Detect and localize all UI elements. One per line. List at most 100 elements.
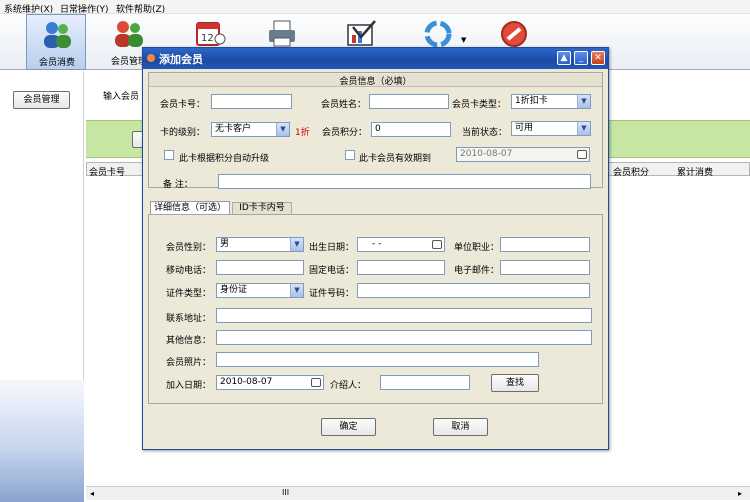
points-input[interactable]: 0 [371, 122, 451, 137]
level-value: 无卡客户 [215, 124, 252, 134]
dialog-title: 添加会员 [159, 53, 203, 66]
scroll-grip[interactable]: III [282, 488, 289, 497]
auto-upgrade-label: 此卡根据积分自动升级 [179, 154, 270, 164]
card-no-input[interactable] [211, 94, 292, 109]
points-label: 会员积分： [322, 128, 368, 138]
chevron-down-icon[interactable]: ▼ [461, 36, 466, 44]
id-no-label: 证件号码： [309, 289, 355, 299]
mobile-label: 移动电话： [166, 266, 212, 276]
gender-value: 男 [220, 239, 230, 249]
svg-text:12: 12 [201, 33, 214, 44]
dialog-titlebar[interactable]: 添加会员 ▲ _ ✕ [143, 48, 608, 69]
required-section: 会员信息（必填） 会员卡号： 会员姓名： 会员卡类型： 1折扣卡 ▼ 卡的级别：… [148, 72, 603, 190]
window-up-icon[interactable]: ▲ [557, 51, 571, 65]
other-info-label: 其他信息： [166, 336, 212, 346]
card-type-label: 会员卡类型： [452, 100, 507, 110]
calendar-icon: 12 [196, 22, 226, 46]
job-label: 单位职业： [454, 243, 500, 253]
referrer-label: 介绍人： [330, 381, 367, 391]
chart-check-icon [347, 20, 376, 46]
app-icon [147, 54, 155, 62]
tab-details[interactable]: 详细信息（可选） [150, 201, 230, 214]
input-member-prompt: 输入会员 [103, 92, 140, 102]
expiry-checkbox[interactable] [345, 150, 355, 160]
expiry-label: 此卡会员有效期到 [359, 154, 432, 164]
left-panel-decoration [0, 380, 84, 502]
grid-header-card-no[interactable]: 会员卡号 [89, 165, 125, 178]
calendar-icon[interactable] [432, 240, 442, 249]
ok-button[interactable]: 确定 [321, 418, 376, 436]
job-input[interactable] [500, 237, 590, 252]
level-discount: 1折 [295, 128, 310, 138]
calendar-icon[interactable] [311, 378, 321, 387]
join-date-value: 2010-08-07 [220, 377, 273, 387]
chevron-down-icon[interactable]: ▼ [577, 95, 590, 108]
recycle-icon [424, 20, 452, 48]
members-icon [44, 22, 71, 48]
card-type-select[interactable]: 1折扣卡 ▼ [511, 94, 591, 109]
chevron-down-icon[interactable]: ▼ [290, 284, 303, 297]
card-no-label: 会员卡号： [160, 100, 206, 110]
photo-label: 会员照片： [166, 358, 212, 368]
remarks-input[interactable] [218, 174, 591, 189]
toolbar-member-consume-button[interactable]: 会员消费 [26, 14, 86, 70]
birth-date-value: - - [372, 239, 382, 249]
scroll-right-icon[interactable]: ▸ [738, 489, 742, 498]
tab-id-card[interactable]: ID卡卡内号 [232, 202, 292, 214]
card-type-value: 1折扣卡 [515, 96, 548, 106]
calendar-icon[interactable] [577, 150, 587, 159]
printer-icon [269, 20, 295, 47]
status-value: 可用 [515, 123, 534, 133]
add-member-dialog: 添加会员 ▲ _ ✕ 会员信息（必填） 会员卡号： 会员姓名： 会员卡类型： 1… [142, 47, 609, 450]
id-no-input[interactable] [357, 283, 590, 298]
gender-label: 会员性别： [166, 243, 212, 253]
cancel-button[interactable]: 取消 [433, 418, 488, 436]
birth-date-input[interactable]: - - [357, 237, 445, 252]
email-label: 电子邮件： [454, 266, 500, 276]
birth-label: 出生日期： [309, 243, 355, 253]
id-type-label: 证件类型： [166, 289, 212, 299]
stop-icon [501, 21, 527, 47]
level-select[interactable]: 无卡客户 ▼ [211, 122, 290, 137]
minimize-icon[interactable]: _ [574, 51, 588, 65]
gender-select[interactable]: 男 ▼ [216, 237, 304, 252]
referrer-input[interactable] [380, 375, 470, 390]
level-label: 卡的级别： [160, 128, 206, 138]
horizontal-scrollbar[interactable]: ◂ III ▸ [86, 486, 750, 500]
close-icon[interactable]: ✕ [591, 51, 605, 65]
expiry-date-value: 2010-08-07 [460, 149, 513, 159]
chevron-down-icon[interactable]: ▼ [577, 122, 590, 135]
search-button[interactable]: 查找 [491, 374, 539, 392]
join-date-label: 加入日期： [166, 381, 212, 391]
toolbar-member-consume-label: 会员消费 [38, 58, 75, 68]
status-label: 当前状态： [462, 128, 508, 138]
member-management-icon [115, 21, 143, 47]
photo-input[interactable] [216, 352, 539, 367]
app-window: 系统维护(X) 日常操作(Y) 软件帮助(Z) 会员消费 会员管理 12 ▼ 会… [0, 0, 750, 502]
status-select[interactable]: 可用 ▼ [511, 121, 591, 136]
details-panel: 会员性别： 男 ▼ 出生日期： - - 单位职业： 移动电话： 固定电话： 电子… [148, 214, 603, 404]
email-input[interactable] [500, 260, 590, 275]
menu-bar: 系统维护(X) 日常操作(Y) 软件帮助(Z) [0, 0, 750, 15]
address-label: 联系地址： [166, 314, 212, 324]
name-input[interactable] [369, 94, 449, 109]
name-label: 会员姓名： [321, 100, 367, 110]
chevron-down-icon[interactable]: ▼ [276, 123, 289, 136]
auto-upgrade-checkbox[interactable] [164, 150, 174, 160]
scroll-left-icon[interactable]: ◂ [90, 489, 94, 498]
phone-label: 固定电话： [309, 266, 355, 276]
address-input[interactable] [216, 308, 592, 323]
member-management-button[interactable]: 会员管理 [13, 91, 70, 109]
mobile-input[interactable] [216, 260, 304, 275]
join-date-input[interactable]: 2010-08-07 [216, 375, 324, 390]
phone-input[interactable] [357, 260, 445, 275]
id-type-select[interactable]: 身份证 ▼ [216, 283, 304, 298]
other-info-input[interactable] [216, 330, 592, 345]
id-type-value: 身份证 [220, 285, 248, 295]
grid-header-total[interactable]: 累计消费 [677, 165, 713, 178]
remarks-label: 备 注： [163, 180, 193, 190]
expiry-date-input[interactable]: 2010-08-07 [456, 147, 590, 162]
grid-header-points[interactable]: 会员积分 [613, 165, 649, 178]
required-section-title: 会员信息（必填） [149, 74, 602, 87]
chevron-down-icon[interactable]: ▼ [290, 238, 303, 251]
